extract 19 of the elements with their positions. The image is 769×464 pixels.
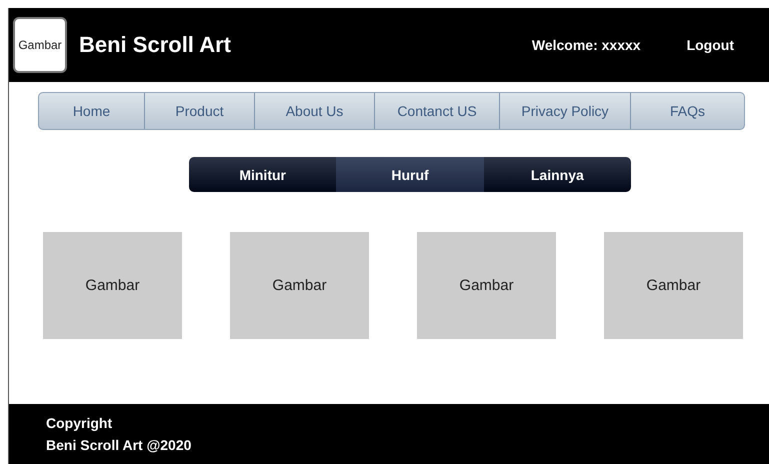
nav-item[interactable]: FAQs xyxy=(631,93,744,129)
nav-item[interactable]: Contanct US xyxy=(375,93,500,129)
tab[interactable]: Minitur xyxy=(189,157,336,192)
footer-text: Copyright xyxy=(46,414,114,433)
image-label: Gambar xyxy=(459,277,514,294)
tab[interactable]: Lainnya xyxy=(484,157,631,192)
logout-link[interactable]: Logout xyxy=(686,37,734,53)
image-label: Gambar xyxy=(85,277,140,294)
tab[interactable]: Huruf xyxy=(336,157,484,192)
nav-item[interactable]: About Us xyxy=(255,93,375,129)
nav-item[interactable]: Product xyxy=(145,93,255,129)
nav-item[interactable]: Privacy Policy xyxy=(500,93,631,129)
site-title: Beni Scroll Art xyxy=(79,32,232,58)
welcome-text: Welcome: xxxxx xyxy=(532,37,641,53)
logo-label: Gambar xyxy=(18,38,62,52)
image-label: Gambar xyxy=(272,277,327,294)
image-label: Gambar xyxy=(646,277,701,294)
nav-item[interactable]: Home xyxy=(39,93,145,129)
footer-text: Beni Scroll Art @2020 xyxy=(46,436,192,455)
